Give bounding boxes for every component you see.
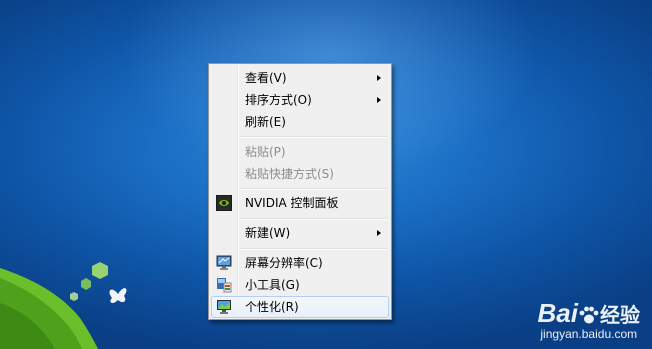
- menu-item-gadgets[interactable]: 小工具(G): [211, 274, 389, 296]
- paw-icon: [579, 306, 599, 324]
- menu-item-label: 小工具(G): [245, 278, 300, 292]
- menu-item-view[interactable]: 查看(V): [211, 67, 389, 89]
- watermark-site: jingyan.baidu.com: [540, 327, 638, 341]
- desktop-background[interactable]: 查看(V) 排序方式(O) 刷新(E) 粘贴(P) 粘贴快捷方式(S) NVID…: [0, 0, 652, 349]
- menu-item-screen-resolution[interactable]: 屏幕分辨率(C): [211, 252, 389, 274]
- menu-item-label: 粘贴(P): [245, 145, 286, 159]
- green-leaf-decoration: [0, 262, 127, 349]
- submenu-arrow-icon: [377, 230, 381, 236]
- watermark-logo-text: Bai: [537, 298, 578, 328]
- menu-item-label: 排序方式(O): [245, 93, 312, 107]
- menu-item-paste-shortcut[interactable]: 粘贴快捷方式(S): [211, 163, 389, 185]
- menu-item-nvidia-control-panel[interactable]: NVIDIA 控制面板: [211, 192, 389, 214]
- menu-separator: [239, 136, 388, 138]
- menu-item-new[interactable]: 新建(W): [211, 222, 389, 244]
- menu-separator: [239, 218, 388, 220]
- nvidia-icon: [216, 195, 232, 211]
- menu-separator: [239, 188, 388, 190]
- menu-item-label: 个性化(R): [245, 300, 299, 314]
- baidu-jingyan-watermark: Bai 经验 jingyan.baidu.com: [538, 298, 640, 341]
- menu-item-personalize[interactable]: 个性化(R): [211, 296, 389, 318]
- gadgets-icon: [217, 278, 232, 293]
- submenu-arrow-icon: [377, 75, 381, 81]
- watermark-logo-text-2: 经验: [600, 305, 640, 327]
- menu-item-refresh[interactable]: 刷新(E): [211, 111, 389, 133]
- menu-item-label: 新建(W): [245, 226, 291, 240]
- menu-separator: [239, 248, 388, 250]
- menu-item-sort-by[interactable]: 排序方式(O): [211, 89, 389, 111]
- submenu-arrow-icon: [377, 97, 381, 103]
- menu-item-paste[interactable]: 粘贴(P): [211, 141, 389, 163]
- desktop-context-menu: 查看(V) 排序方式(O) 刷新(E) 粘贴(P) 粘贴快捷方式(S) NVID…: [208, 63, 392, 320]
- menu-item-label: 粘贴快捷方式(S): [245, 167, 334, 181]
- menu-item-label: 刷新(E): [245, 115, 286, 129]
- watermark-logo: Bai 经验: [538, 298, 640, 329]
- menu-item-label: NVIDIA 控制面板: [245, 196, 339, 210]
- monitor-icon: [216, 255, 232, 270]
- personalize-icon: [217, 300, 231, 314]
- menu-item-label: 屏幕分辨率(C): [245, 256, 323, 270]
- menu-item-label: 查看(V): [245, 71, 287, 85]
- butterfly-icon: [109, 288, 127, 304]
